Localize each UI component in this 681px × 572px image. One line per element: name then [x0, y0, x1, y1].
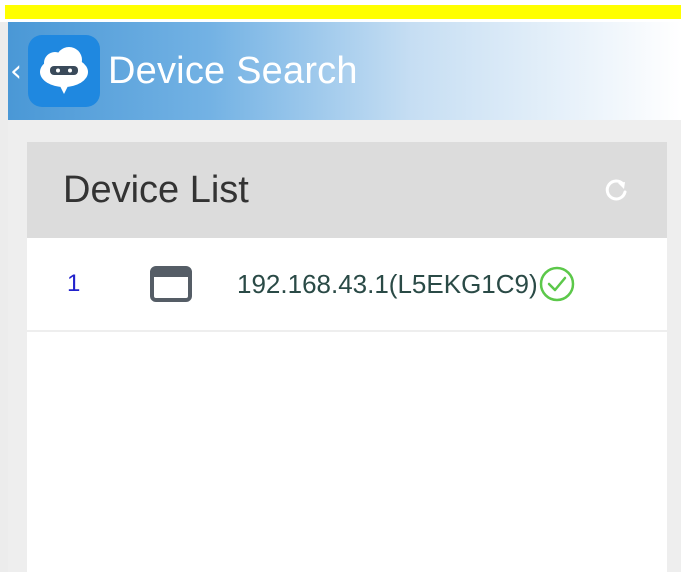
device-list-title: Device List	[63, 168, 249, 211]
device-row[interactable]: 1 192.168.43.1(L5EKG1C9)	[27, 238, 667, 332]
refresh-icon[interactable]	[601, 175, 631, 205]
device-window-icon	[149, 264, 195, 304]
status-strip	[0, 0, 681, 22]
chevron-left-icon[interactable]: ‹	[10, 54, 28, 89]
device-list-header: Device List	[27, 142, 667, 238]
connected-check-icon	[538, 264, 578, 304]
device-list-panel: Device List 1 192.168.43.1(L5EKG1C9)	[27, 142, 667, 572]
app-header: ‹ Device Search	[8, 22, 681, 120]
cloud-ninja-icon[interactable]	[28, 35, 100, 107]
device-address: 192.168.43.1(L5EKG1C9)	[237, 268, 538, 299]
device-index: 1	[67, 270, 81, 297]
status-bar-highlight	[5, 5, 681, 19]
page-title: Device Search	[108, 49, 358, 92]
